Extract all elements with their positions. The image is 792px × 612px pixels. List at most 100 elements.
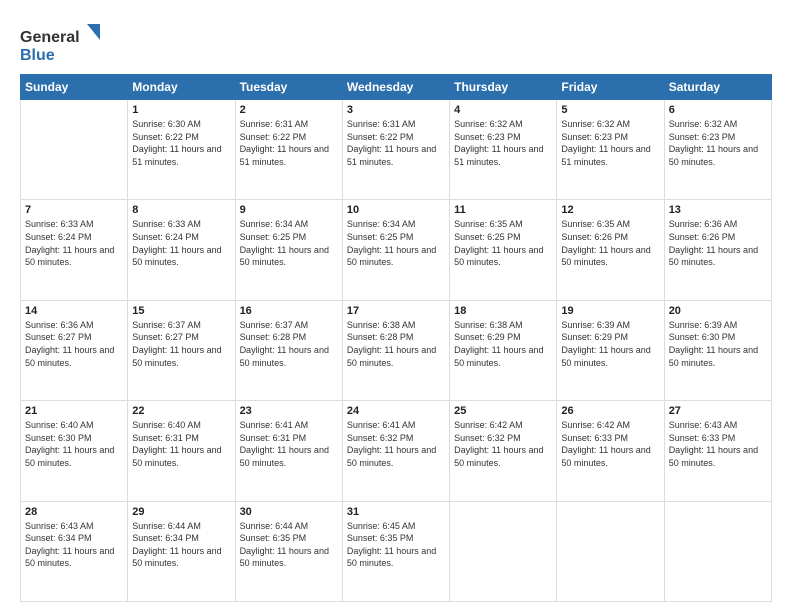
day-info: Sunrise: 6:32 AM Sunset: 6:23 PM Dayligh… (561, 118, 659, 168)
calendar-day-header: Wednesday (342, 75, 449, 100)
daylight-label: Daylight: 11 hours and 51 minutes. (240, 144, 329, 167)
daylight-label: Daylight: 11 hours and 51 minutes. (132, 144, 221, 167)
sunrise-label: Sunrise: 6:31 AM (240, 119, 309, 129)
daylight-label: Daylight: 11 hours and 50 minutes. (25, 546, 114, 569)
sunset-label: Sunset: 6:28 PM (240, 332, 307, 342)
sunrise-label: Sunrise: 6:38 AM (347, 320, 416, 330)
day-number: 4 (454, 104, 552, 116)
day-info: Sunrise: 6:38 AM Sunset: 6:28 PM Dayligh… (347, 319, 445, 369)
sunset-label: Sunset: 6:23 PM (669, 132, 736, 142)
daylight-label: Daylight: 11 hours and 50 minutes. (132, 245, 221, 268)
daylight-label: Daylight: 11 hours and 50 minutes. (25, 445, 114, 468)
daylight-label: Daylight: 11 hours and 50 minutes. (454, 245, 543, 268)
calendar-cell: 4 Sunrise: 6:32 AM Sunset: 6:23 PM Dayli… (450, 100, 557, 200)
sunrise-label: Sunrise: 6:36 AM (25, 320, 94, 330)
sunrise-label: Sunrise: 6:35 AM (561, 219, 630, 229)
daylight-label: Daylight: 11 hours and 50 minutes. (669, 345, 758, 368)
calendar-cell: 5 Sunrise: 6:32 AM Sunset: 6:23 PM Dayli… (557, 100, 664, 200)
sunrise-label: Sunrise: 6:39 AM (669, 320, 738, 330)
calendar-cell: 14 Sunrise: 6:36 AM Sunset: 6:27 PM Dayl… (21, 300, 128, 400)
calendar-cell (557, 501, 664, 601)
day-info: Sunrise: 6:30 AM Sunset: 6:22 PM Dayligh… (132, 118, 230, 168)
sunset-label: Sunset: 6:22 PM (347, 132, 414, 142)
day-number: 27 (669, 405, 767, 417)
daylight-label: Daylight: 11 hours and 51 minutes. (347, 144, 436, 167)
calendar-cell: 13 Sunrise: 6:36 AM Sunset: 6:26 PM Dayl… (664, 200, 771, 300)
sunset-label: Sunset: 6:25 PM (240, 232, 307, 242)
daylight-label: Daylight: 11 hours and 50 minutes. (454, 445, 543, 468)
calendar-cell: 16 Sunrise: 6:37 AM Sunset: 6:28 PM Dayl… (235, 300, 342, 400)
day-info: Sunrise: 6:34 AM Sunset: 6:25 PM Dayligh… (347, 218, 445, 268)
calendar-cell (21, 100, 128, 200)
day-number: 8 (132, 204, 230, 216)
sunrise-label: Sunrise: 6:31 AM (347, 119, 416, 129)
daylight-label: Daylight: 11 hours and 50 minutes. (240, 546, 329, 569)
day-info: Sunrise: 6:32 AM Sunset: 6:23 PM Dayligh… (454, 118, 552, 168)
day-info: Sunrise: 6:40 AM Sunset: 6:30 PM Dayligh… (25, 419, 123, 469)
sunrise-label: Sunrise: 6:40 AM (132, 420, 201, 430)
daylight-label: Daylight: 11 hours and 50 minutes. (669, 445, 758, 468)
day-number: 1 (132, 104, 230, 116)
day-number: 14 (25, 305, 123, 317)
sunset-label: Sunset: 6:23 PM (561, 132, 628, 142)
day-info: Sunrise: 6:33 AM Sunset: 6:24 PM Dayligh… (132, 218, 230, 268)
calendar-cell: 9 Sunrise: 6:34 AM Sunset: 6:25 PM Dayli… (235, 200, 342, 300)
calendar-week-row: 28 Sunrise: 6:43 AM Sunset: 6:34 PM Dayl… (21, 501, 772, 601)
day-info: Sunrise: 6:38 AM Sunset: 6:29 PM Dayligh… (454, 319, 552, 369)
sunrise-label: Sunrise: 6:33 AM (132, 219, 201, 229)
day-info: Sunrise: 6:37 AM Sunset: 6:27 PM Dayligh… (132, 319, 230, 369)
day-info: Sunrise: 6:31 AM Sunset: 6:22 PM Dayligh… (347, 118, 445, 168)
sunrise-label: Sunrise: 6:37 AM (132, 320, 201, 330)
daylight-label: Daylight: 11 hours and 50 minutes. (347, 245, 436, 268)
day-info: Sunrise: 6:42 AM Sunset: 6:32 PM Dayligh… (454, 419, 552, 469)
day-info: Sunrise: 6:35 AM Sunset: 6:26 PM Dayligh… (561, 218, 659, 268)
sunset-label: Sunset: 6:34 PM (25, 533, 92, 543)
header: General Blue (20, 18, 772, 66)
daylight-label: Daylight: 11 hours and 51 minutes. (561, 144, 650, 167)
sunset-label: Sunset: 6:31 PM (240, 433, 307, 443)
sunrise-label: Sunrise: 6:37 AM (240, 320, 309, 330)
sunrise-label: Sunrise: 6:42 AM (561, 420, 630, 430)
day-info: Sunrise: 6:43 AM Sunset: 6:33 PM Dayligh… (669, 419, 767, 469)
calendar-cell: 17 Sunrise: 6:38 AM Sunset: 6:28 PM Dayl… (342, 300, 449, 400)
day-info: Sunrise: 6:41 AM Sunset: 6:31 PM Dayligh… (240, 419, 338, 469)
daylight-label: Daylight: 11 hours and 50 minutes. (132, 445, 221, 468)
calendar-day-header: Thursday (450, 75, 557, 100)
day-info: Sunrise: 6:40 AM Sunset: 6:31 PM Dayligh… (132, 419, 230, 469)
sunrise-label: Sunrise: 6:42 AM (454, 420, 523, 430)
day-number: 26 (561, 405, 659, 417)
day-number: 25 (454, 405, 552, 417)
day-number: 2 (240, 104, 338, 116)
day-number: 10 (347, 204, 445, 216)
daylight-label: Daylight: 11 hours and 50 minutes. (454, 345, 543, 368)
calendar-cell: 8 Sunrise: 6:33 AM Sunset: 6:24 PM Dayli… (128, 200, 235, 300)
svg-text:Blue: Blue (20, 47, 55, 64)
calendar-cell: 6 Sunrise: 6:32 AM Sunset: 6:23 PM Dayli… (664, 100, 771, 200)
sunrise-label: Sunrise: 6:41 AM (240, 420, 309, 430)
day-number: 16 (240, 305, 338, 317)
calendar-cell: 3 Sunrise: 6:31 AM Sunset: 6:22 PM Dayli… (342, 100, 449, 200)
logo: General Blue (20, 22, 100, 66)
logo-svg: General Blue (20, 22, 100, 66)
sunrise-label: Sunrise: 6:36 AM (669, 219, 738, 229)
day-info: Sunrise: 6:39 AM Sunset: 6:29 PM Dayligh… (561, 319, 659, 369)
calendar-cell: 21 Sunrise: 6:40 AM Sunset: 6:30 PM Dayl… (21, 401, 128, 501)
calendar-day-header: Tuesday (235, 75, 342, 100)
day-info: Sunrise: 6:41 AM Sunset: 6:32 PM Dayligh… (347, 419, 445, 469)
sunset-label: Sunset: 6:22 PM (240, 132, 307, 142)
day-info: Sunrise: 6:44 AM Sunset: 6:34 PM Dayligh… (132, 520, 230, 570)
day-number: 5 (561, 104, 659, 116)
day-number: 3 (347, 104, 445, 116)
calendar-day-header: Monday (128, 75, 235, 100)
sunrise-label: Sunrise: 6:32 AM (561, 119, 630, 129)
sunrise-label: Sunrise: 6:45 AM (347, 521, 416, 531)
day-number: 20 (669, 305, 767, 317)
daylight-label: Daylight: 11 hours and 50 minutes. (669, 245, 758, 268)
day-info: Sunrise: 6:36 AM Sunset: 6:27 PM Dayligh… (25, 319, 123, 369)
calendar-cell (450, 501, 557, 601)
calendar-week-row: 21 Sunrise: 6:40 AM Sunset: 6:30 PM Dayl… (21, 401, 772, 501)
calendar-cell: 19 Sunrise: 6:39 AM Sunset: 6:29 PM Dayl… (557, 300, 664, 400)
day-number: 17 (347, 305, 445, 317)
sunrise-label: Sunrise: 6:44 AM (132, 521, 201, 531)
calendar-cell: 1 Sunrise: 6:30 AM Sunset: 6:22 PM Dayli… (128, 100, 235, 200)
